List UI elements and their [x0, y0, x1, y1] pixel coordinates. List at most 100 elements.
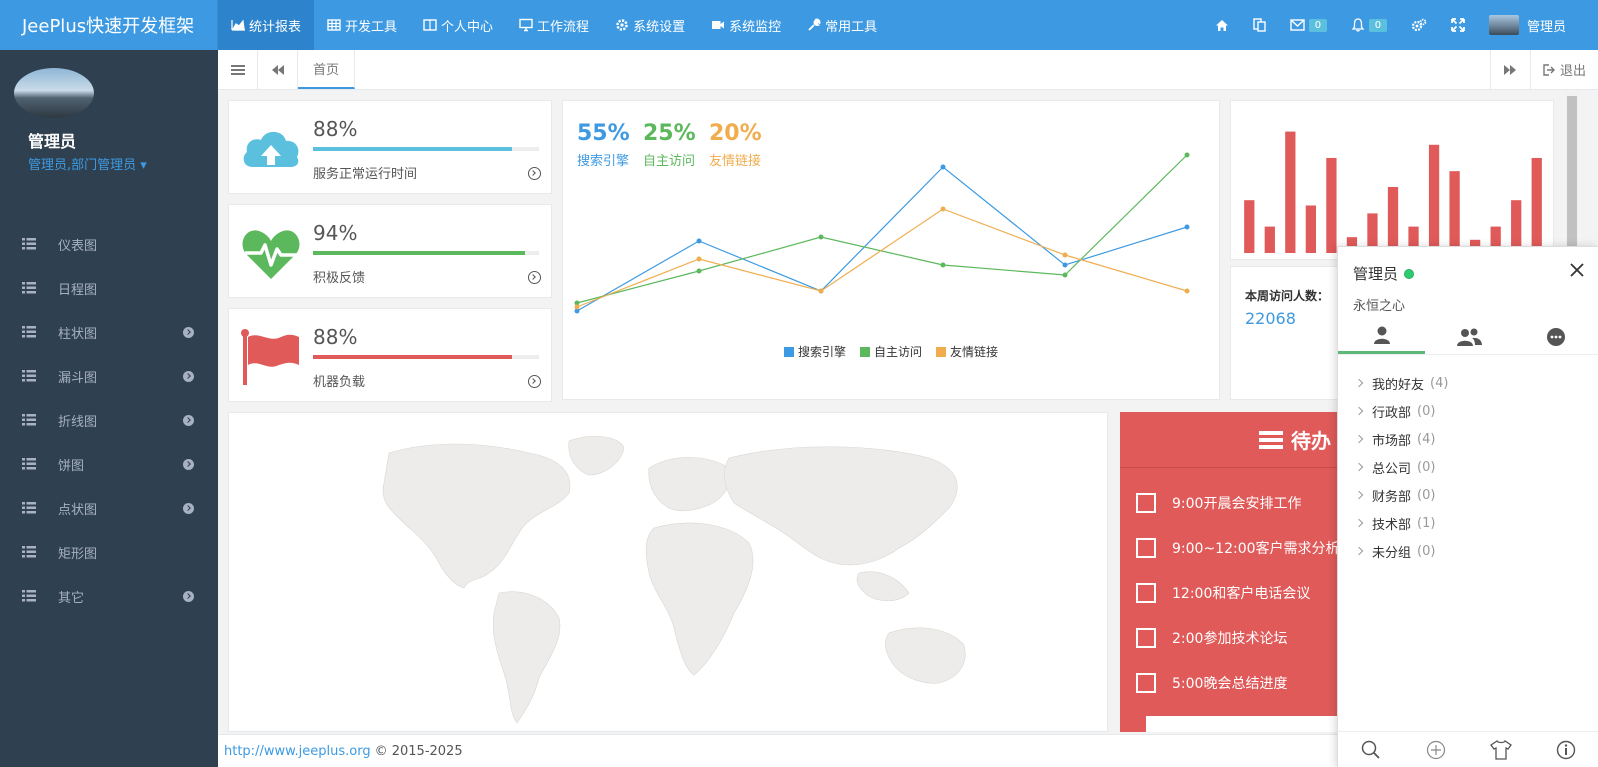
sidebar-item-7[interactable]: 矩形图 [0, 530, 218, 574]
fullscreen-button[interactable] [1439, 0, 1477, 50]
group-name: 未分组 [1372, 545, 1412, 561]
tab-groups[interactable] [1425, 319, 1512, 354]
data-point[interactable] [696, 268, 702, 274]
legend-swatch [936, 346, 946, 357]
wrench-icon [808, 18, 821, 31]
scroll-tabs-left-button[interactable] [258, 50, 298, 89]
contact-group[interactable]: 我的好友 (4) [1338, 369, 1598, 397]
contact-group[interactable]: 技术部 (1) [1338, 509, 1598, 537]
bar[interactable] [1305, 205, 1316, 253]
contact-group[interactable]: 总公司 (0) [1338, 453, 1598, 481]
arrow-circle-right-icon[interactable] [528, 375, 541, 388]
footer-link[interactable]: http://www.jeeplus.org [224, 744, 371, 759]
profile-avatar[interactable] [14, 68, 94, 118]
tab-friends[interactable] [1338, 319, 1425, 354]
bar[interactable] [1285, 131, 1296, 253]
contact-groups: 我的好友 (4) 行政部 (0) 市场部 (4) 总公司 (0) 财务部 (0) 技术部 (1) 未分组… [1338, 369, 1598, 565]
data-point[interactable] [940, 206, 946, 212]
user-menu[interactable]: 管理员 [1477, 0, 1578, 50]
data-point[interactable] [940, 262, 946, 268]
bar[interactable] [1531, 157, 1542, 253]
data-point[interactable] [1184, 288, 1190, 294]
visits-label: 本周访问人数： [1245, 289, 1330, 303]
about-button[interactable] [1554, 738, 1578, 762]
home-button[interactable] [1203, 0, 1241, 50]
notification-button[interactable]: 0 [1339, 0, 1399, 50]
data-point[interactable] [1062, 272, 1068, 278]
profile-role-dropdown[interactable]: 管理员,部门管理员 ▾ [28, 154, 204, 173]
todo-checkbox[interactable] [1136, 537, 1156, 558]
group-count: (0) [1417, 459, 1436, 475]
sidebar-item-8[interactable]: 其它 [0, 574, 218, 618]
data-point[interactable] [1184, 224, 1190, 230]
logout-button[interactable]: 退出 [1529, 50, 1598, 89]
list-icon [22, 282, 36, 294]
topnav-item-5[interactable]: 系统监控 [698, 0, 794, 50]
contact-group[interactable]: 市场部 (4) [1338, 425, 1598, 453]
sidebar-item-6[interactable]: 点状图 [0, 486, 218, 530]
scrollbar-thumb[interactable] [1567, 96, 1577, 256]
language-icon [1253, 18, 1266, 32]
data-point[interactable] [1062, 252, 1068, 258]
scroll-tabs-right-button[interactable] [1489, 50, 1530, 89]
close-icon[interactable] [1568, 261, 1586, 279]
topnav-item-4[interactable]: 系统设置 [602, 0, 698, 50]
envelope-icon [1290, 19, 1305, 31]
contact-group[interactable]: 未分组 (0) [1338, 537, 1598, 565]
topnav-item-6[interactable]: 常用工具 [794, 0, 890, 50]
list-icon [22, 414, 36, 426]
tab-history[interactable] [1512, 319, 1598, 354]
data-point[interactable] [574, 304, 580, 310]
bar[interactable] [1387, 187, 1399, 253]
online-status-icon[interactable] [1404, 268, 1415, 279]
todo-checkbox[interactable] [1136, 582, 1156, 603]
stat-label: 机器负载 [313, 375, 366, 390]
contact-group[interactable]: 财务部 (0) [1338, 481, 1598, 509]
data-point[interactable] [696, 256, 702, 262]
data-point[interactable] [940, 164, 946, 170]
translate-button[interactable] [1241, 0, 1278, 50]
data-point[interactable] [818, 288, 824, 294]
legend-entry[interactable]: 自主访问 [859, 343, 922, 360]
sidebar-toggle-button[interactable] [218, 50, 258, 89]
sidebar-item-0[interactable]: 仪表图 [0, 222, 218, 266]
world-map[interactable] [229, 413, 1108, 732]
skin-button[interactable] [1489, 738, 1513, 762]
todo-checkbox[interactable] [1136, 672, 1156, 693]
topnav-item-3[interactable]: 工作流程 [506, 0, 602, 50]
arrow-circle-right-icon[interactable] [528, 271, 541, 284]
data-point[interactable] [1184, 152, 1190, 158]
list-icon [22, 326, 36, 338]
bar[interactable] [1244, 200, 1255, 253]
data-point[interactable] [818, 234, 824, 240]
todo-checkbox[interactable] [1136, 627, 1156, 648]
legend-entry[interactable]: 搜索引擎 [783, 343, 846, 360]
data-point[interactable] [696, 238, 702, 244]
sidebar-item-4[interactable]: 折线图 [0, 398, 218, 442]
search-button[interactable] [1359, 738, 1383, 762]
bar[interactable] [1428, 144, 1440, 253]
sidebar-item-1[interactable]: 日程图 [0, 266, 218, 310]
todo-add-input[interactable] [1146, 716, 1346, 732]
settings-button[interactable] [1399, 0, 1439, 50]
legend-entry[interactable]: 友情链接 [936, 343, 998, 360]
add-button[interactable] [1424, 738, 1448, 762]
topnav-item-0[interactable]: 统计报表 [218, 0, 315, 50]
sidebar-item-5[interactable]: 饼图 [0, 442, 218, 486]
topnav-item-2[interactable]: 个人中心 [410, 0, 506, 50]
arrow-circle-right-icon[interactable] [528, 167, 541, 180]
todo-checkbox[interactable] [1136, 492, 1156, 513]
mail-button[interactable]: 0 [1278, 0, 1339, 50]
chat-signature[interactable]: 永恒之心 [1353, 295, 1405, 314]
bar[interactable] [1449, 171, 1460, 253]
brand-title[interactable]: JeePlus快速开发框架 [0, 0, 218, 50]
bar[interactable] [1264, 226, 1275, 253]
tab-home[interactable]: 首页 [298, 50, 356, 89]
topnav-item-1[interactable]: 开发工具 [314, 0, 410, 50]
contact-group[interactable]: 行政部 (0) [1338, 397, 1598, 425]
desktop-icon [519, 18, 533, 32]
sidebar-item-3[interactable]: 漏斗图 [0, 354, 218, 398]
bar[interactable] [1326, 157, 1337, 253]
sidebar-item-2[interactable]: 柱状图 [0, 310, 218, 354]
data-point[interactable] [1062, 262, 1068, 268]
